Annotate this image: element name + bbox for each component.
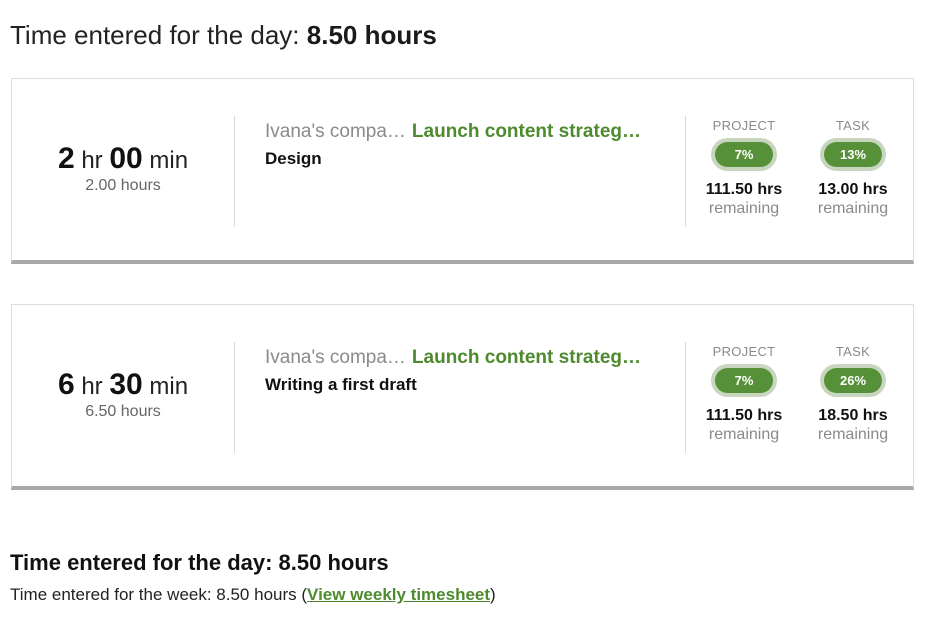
client-project-line: Ivana's compa… Launch content strateg… — [265, 119, 675, 145]
client-name: Ivana's compa… — [265, 121, 406, 142]
project-label: PROJECT — [712, 118, 776, 133]
day-total-label: Time entered for the day: — [10, 20, 300, 50]
project-remaining-label: remaining — [708, 200, 780, 217]
week-total-close: ) — [490, 585, 496, 604]
project-progress: PROJECT 7% 111.50 hrs remaining — [689, 344, 799, 444]
task-label: TASK — [835, 344, 871, 359]
duration-hours: 2 — [57, 142, 75, 175]
task-label: TASK — [835, 118, 871, 133]
duration-hr-min: 2 hr 00 min — [12, 143, 234, 177]
task-remaining-hours: 13.00 hrs — [818, 181, 888, 198]
project-remaining-hours: 111.50 hrs — [705, 181, 783, 198]
day-total-value: 8.50 hours — [306, 20, 437, 50]
task-progress: TASK 13% 13.00 hrs remaining — [798, 118, 908, 218]
project-remaining-label: remaining — [708, 426, 780, 443]
duration-hr-unit: hr — [81, 147, 103, 174]
duration-hours: 6 — [57, 368, 75, 401]
entry-duration: 2 hr 00 min 2.00 hours — [12, 143, 234, 195]
time-entry-card[interactable]: 2 hr 00 min 2.00 hours Ivana's compa… Lau… — [11, 78, 914, 264]
task-remaining-hours: 18.50 hrs — [818, 407, 888, 424]
entry-details: Ivana's compa… Launch content strateg… Wr… — [265, 345, 675, 397]
duration-min-unit: min — [149, 373, 189, 400]
client-project-line: Ivana's compa… Launch content strateg… — [265, 345, 675, 371]
task-percent-badge: 13% — [824, 142, 882, 167]
entry-details: Ivana's compa… Launch content strateg… De… — [265, 119, 675, 171]
project-link[interactable]: Launch content strateg… — [412, 347, 641, 368]
duration-decimal: 6.50 hours — [85, 403, 161, 420]
duration-minutes: 00 — [109, 142, 143, 175]
project-label: PROJECT — [712, 344, 776, 359]
divider — [234, 116, 235, 227]
day-total-summary: Time entered for the day: 8.50 hours — [10, 550, 389, 575]
task-remaining-label: remaining — [817, 200, 889, 217]
divider — [685, 116, 686, 227]
project-link[interactable]: Launch content strateg… — [412, 121, 641, 142]
project-progress: PROJECT 7% 111.50 hrs remaining — [689, 118, 799, 218]
duration-hr-unit: hr — [81, 373, 103, 400]
project-remaining-hours: 111.50 hrs — [705, 407, 783, 424]
view-weekly-timesheet-link[interactable]: View weekly timesheet — [307, 585, 490, 604]
task-name: Writing a first draft — [265, 375, 417, 394]
duration-min-unit: min — [149, 147, 189, 174]
task-name: Design — [265, 149, 322, 168]
duration-decimal: 2.00 hours — [85, 177, 161, 194]
entry-duration: 6 hr 30 min 6.50 hours — [12, 369, 234, 421]
divider — [685, 342, 686, 453]
project-percent-badge: 7% — [715, 142, 773, 167]
task-remaining-label: remaining — [817, 426, 889, 443]
time-entry-card[interactable]: 6 hr 30 min 6.50 hours Ivana's compa… Lau… — [11, 304, 914, 490]
task-progress: TASK 26% 18.50 hrs remaining — [798, 344, 908, 444]
day-total-heading: Time entered for the day: 8.50 hours — [10, 19, 437, 51]
duration-hr-min: 6 hr 30 min — [12, 369, 234, 403]
divider — [234, 342, 235, 453]
week-total-line: Time entered for the week: 8.50 hours (V… — [10, 584, 496, 606]
client-name: Ivana's compa… — [265, 347, 406, 368]
week-total-text: Time entered for the week: 8.50 hours ( — [10, 585, 308, 604]
task-percent-badge: 26% — [824, 368, 882, 393]
duration-minutes: 30 — [109, 368, 143, 401]
project-percent-badge: 7% — [715, 368, 773, 393]
